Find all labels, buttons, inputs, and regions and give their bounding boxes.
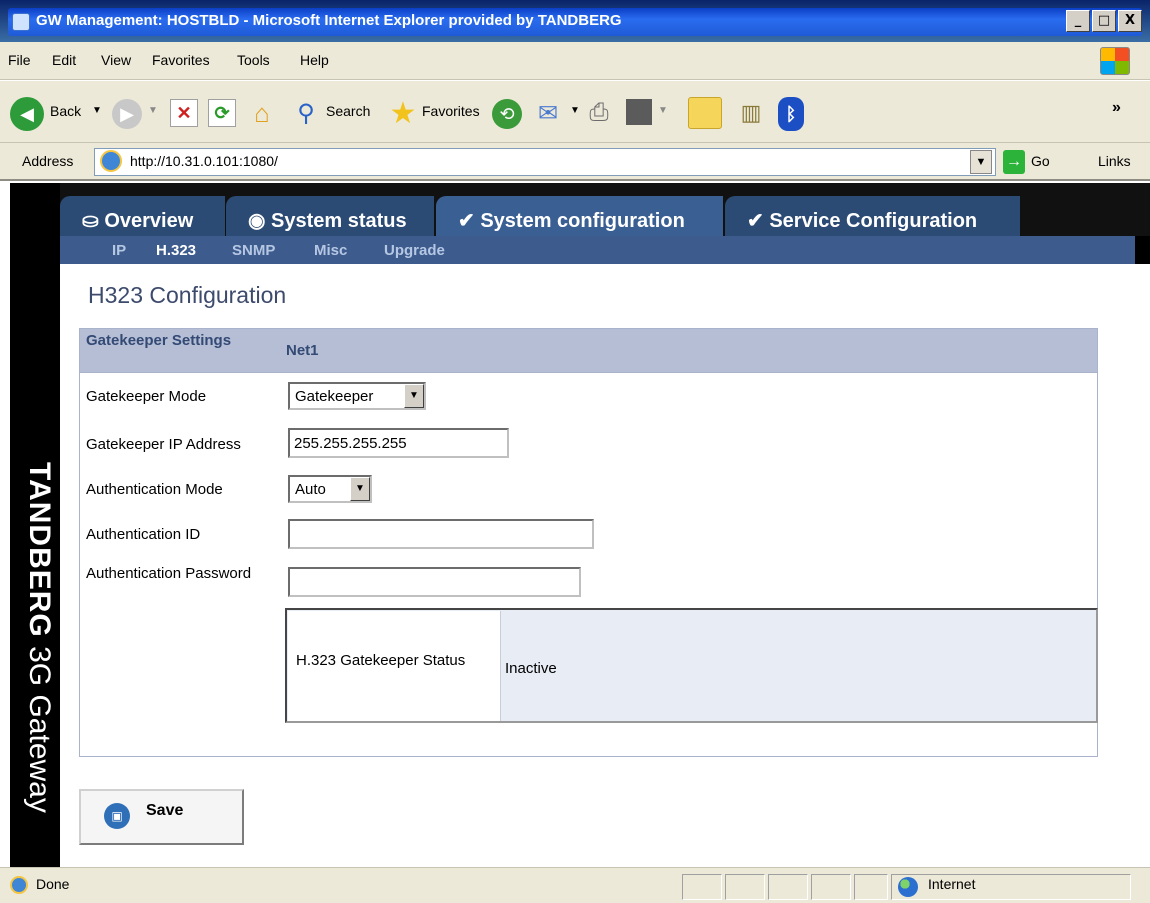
gatekeeper-ip-field[interactable]: 255.255.255.255 [288,428,509,458]
gatekeeper-status-label: H.323 Gatekeeper Status [296,652,466,669]
menu-help[interactable]: Help [300,52,329,68]
edit-icon[interactable] [626,99,652,125]
address-dropdown-icon[interactable]: ▼ [970,150,992,174]
save-label[interactable]: Save [146,802,183,820]
status-panel-5 [854,874,888,900]
status-text: Done [36,876,70,892]
tab-service-configuration[interactable]: ✔ Service Configuration [725,196,1020,240]
history-icon[interactable]: ⟲ [492,99,522,129]
bluetooth-icon[interactable]: ᛒ [778,97,804,131]
search-icon[interactable]: ⚲ [290,97,322,129]
subnav-upgrade[interactable]: Upgrade [384,242,445,259]
tab-overview[interactable]: ⛀ Overview [60,196,225,240]
tab-system-status[interactable]: ◉ System status [226,196,434,240]
gatekeeper-mode-value: Gatekeeper [295,388,374,405]
back-dropdown-icon[interactable]: ▼ [92,105,102,116]
subnav-h323[interactable]: H.323 [156,242,196,259]
tab-system-configuration[interactable]: ✔ System configuration [436,196,723,240]
save-disk-icon[interactable]: ▣ [104,803,130,829]
menu-file[interactable]: File [8,52,31,68]
mail-dropdown-icon[interactable]: ▼ [570,105,580,116]
subnav-snmp[interactable]: SNMP [232,242,275,259]
maximize-button[interactable]: □ [1092,10,1116,32]
chevron-down-icon: ▼ [404,384,424,408]
toolbar-overflow-icon[interactable]: » [1112,99,1121,117]
menu-edit[interactable]: Edit [52,52,76,68]
brand-logo: TANDBERG 3G Gateway [23,462,56,813]
page-icon [100,150,122,172]
status-panel-3 [768,874,808,900]
back-arrow-icon[interactable]: ◀ [10,97,44,131]
subnav-ip[interactable]: IP [112,242,126,259]
forward-arrow-icon[interactable]: ▶ [112,99,142,129]
windows-logo-icon [1100,47,1130,75]
authentication-id-field[interactable] [288,519,594,549]
sub-navigation [60,236,1135,264]
print-icon[interactable]: ⎙ [582,97,616,129]
gatekeeper-mode-label: Gatekeeper Mode [86,388,207,405]
edit-dropdown-icon[interactable]: ▼ [658,105,668,116]
address-label: Address [22,153,74,169]
menu-favorites[interactable]: Favorites [152,52,210,68]
address-url[interactable]: http://10.31.0.101:1080/ [130,153,278,169]
research-icon[interactable]: ▥ [734,97,768,129]
sub-navigation-edge [1135,236,1150,264]
mail-icon[interactable]: ✉ [530,97,566,129]
authentication-mode-value: Auto [295,481,326,498]
page-done-icon [10,876,28,894]
authentication-mode-select[interactable]: Auto ▼ [288,475,372,503]
status-panel-4 [811,874,851,900]
page-title: H323 Configuration [88,282,287,308]
menu-view[interactable]: View [101,52,131,68]
security-zone-label: Internet [928,876,976,892]
gatekeeper-status-value: Inactive [505,660,557,677]
authentication-mode-label: Authentication Mode [86,481,223,498]
window-title: GW Management: HOSTBLD - Microsoft Inter… [36,12,622,29]
search-label[interactable]: Search [326,103,370,119]
internet-globe-icon [898,877,918,897]
status-panel-2 [725,874,765,900]
menu-tools[interactable]: Tools [237,52,270,68]
close-button[interactable]: X [1118,10,1142,32]
links-button[interactable]: Links [1098,153,1131,169]
status-value-cell [502,611,1096,721]
home-icon[interactable]: ⌂ [246,97,278,129]
forward-dropdown-icon[interactable]: ▼ [148,105,158,116]
status-panel-1 [682,874,722,900]
authentication-id-label: Authentication ID [86,526,201,543]
go-arrow-icon[interactable]: → [1003,150,1025,174]
notes-icon[interactable] [688,97,722,129]
security-zone-panel [891,874,1131,900]
authentication-password-field[interactable] [288,567,581,597]
refresh-icon[interactable]: ⟳ [208,99,236,127]
favorites-star-icon[interactable]: ★ [386,96,420,130]
back-label[interactable]: Back [50,103,81,119]
minimize-button[interactable]: _ [1066,10,1090,32]
chevron-down-icon: ▼ [350,477,370,501]
subnav-misc[interactable]: Misc [314,242,347,259]
gatekeeper-mode-select[interactable]: Gatekeeper ▼ [288,382,426,410]
gatekeeper-ip-label: Gatekeeper IP Address [86,436,241,453]
column-header-net1: Net1 [286,342,319,359]
authentication-password-label: Authentication Password [86,565,252,582]
go-button[interactable]: Go [1031,153,1050,169]
favorites-label[interactable]: Favorites [422,103,480,119]
section-title: Gatekeeper Settings [86,332,232,349]
stop-icon[interactable]: ✕ [170,99,198,127]
ie-icon [12,13,30,31]
window-controls: _ □ X [1066,10,1142,32]
